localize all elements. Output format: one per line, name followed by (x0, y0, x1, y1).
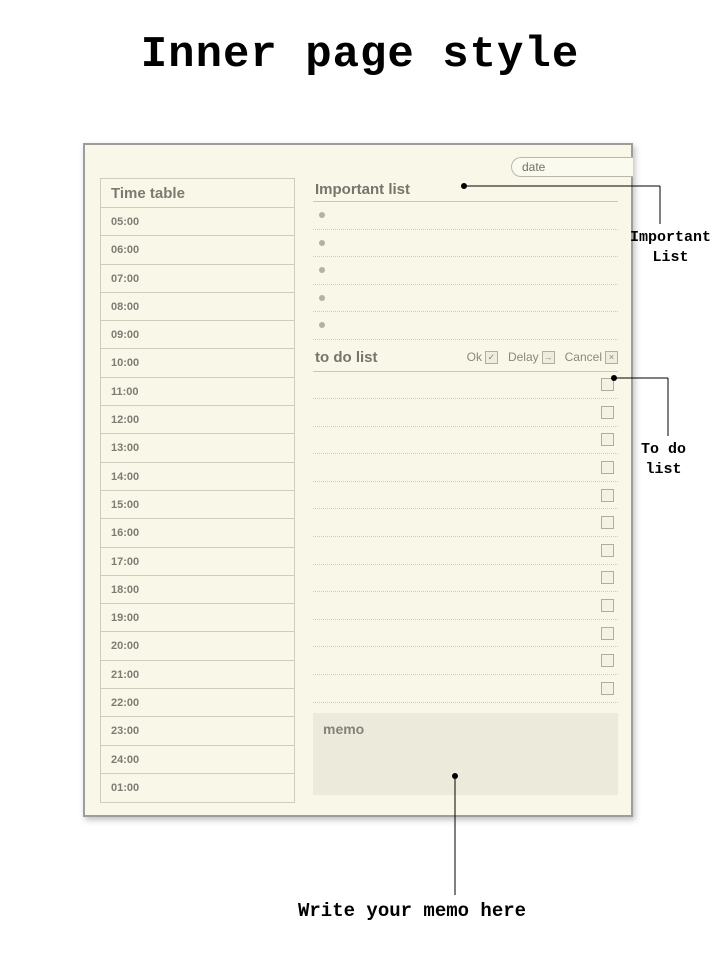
arrow-right-icon: → (542, 351, 555, 364)
timetable-header: Time table (101, 179, 294, 208)
timetable-row[interactable]: 07:00 (101, 265, 294, 293)
timetable-row[interactable]: 19:00 (101, 604, 294, 632)
timetable-row[interactable]: 18:00 (101, 576, 294, 604)
timetable-row[interactable]: 05:00 (101, 208, 294, 236)
important-list-row[interactable] (313, 285, 618, 313)
timetable-row[interactable]: 17:00 (101, 548, 294, 576)
planner-sheet: date Time table 05:0006:0007:0008:0009:0… (83, 143, 633, 817)
callout-memo-label: Write your memo here (298, 900, 526, 922)
todo-list-row[interactable] (313, 537, 618, 565)
date-field[interactable]: date (511, 157, 633, 177)
todo-checkbox[interactable] (601, 516, 614, 529)
todo-list-row[interactable] (313, 592, 618, 620)
todo-list-row[interactable] (313, 399, 618, 427)
todo-list-row[interactable] (313, 565, 618, 593)
todo-checkbox[interactable] (601, 378, 614, 391)
important-list-row[interactable] (313, 202, 618, 230)
callout-important-label: Important List (630, 228, 711, 269)
timetable-row[interactable]: 24:00 (101, 746, 294, 774)
x-icon: × (605, 351, 618, 364)
bullet-icon (319, 322, 325, 328)
memo-label: memo (323, 721, 364, 737)
timetable-row[interactable]: 09:00 (101, 321, 294, 349)
legend-delay: Delay → (508, 350, 555, 364)
todo-list-row[interactable] (313, 647, 618, 675)
important-list-header: Important list (313, 178, 618, 202)
important-list-title: Important list (315, 179, 410, 201)
todo-checkbox[interactable] (601, 489, 614, 502)
todo-list-row[interactable] (313, 620, 618, 648)
timetable-row[interactable]: 01:00 (101, 774, 294, 802)
todo-checkbox[interactable] (601, 682, 614, 695)
timetable-row[interactable]: 08:00 (101, 293, 294, 321)
todo-list-row[interactable] (313, 509, 618, 537)
timetable-row[interactable]: 20:00 (101, 632, 294, 660)
callout-todo-label: To do list (641, 440, 686, 481)
date-label: date (522, 160, 545, 174)
todo-list-row[interactable] (313, 372, 618, 400)
todo-checkbox[interactable] (601, 544, 614, 557)
timetable-row[interactable]: 21:00 (101, 661, 294, 689)
timetable: Time table 05:0006:0007:0008:0009:0010:0… (100, 178, 295, 803)
timetable-row[interactable]: 23:00 (101, 717, 294, 745)
legend-ok: Ok ✓ (467, 350, 498, 364)
todo-checkbox[interactable] (601, 433, 614, 446)
right-column: Important list to do list Ok ✓ Delay → C… (313, 178, 618, 803)
timetable-row[interactable]: 11:00 (101, 378, 294, 406)
bullet-icon (319, 267, 325, 273)
todo-checkbox[interactable] (601, 406, 614, 419)
bullet-icon (319, 295, 325, 301)
todo-checkbox[interactable] (601, 627, 614, 640)
bullet-icon (319, 240, 325, 246)
legend-cancel: Cancel × (565, 350, 618, 364)
timetable-row[interactable]: 10:00 (101, 349, 294, 377)
important-list-row[interactable] (313, 312, 618, 340)
todo-list-header: to do list Ok ✓ Delay → Cancel × (313, 344, 618, 372)
timetable-row[interactable]: 22:00 (101, 689, 294, 717)
check-icon: ✓ (485, 351, 498, 364)
todo-list-row[interactable] (313, 482, 618, 510)
todo-checkbox[interactable] (601, 654, 614, 667)
timetable-row[interactable]: 14:00 (101, 463, 294, 491)
timetable-row[interactable]: 16:00 (101, 519, 294, 547)
timetable-row[interactable]: 13:00 (101, 434, 294, 462)
bullet-icon (319, 212, 325, 218)
todo-list-row[interactable] (313, 427, 618, 455)
important-list-row[interactable] (313, 230, 618, 258)
todo-list-row[interactable] (313, 454, 618, 482)
timetable-row[interactable]: 06:00 (101, 236, 294, 264)
todo-checkbox[interactable] (601, 599, 614, 612)
todo-list-row[interactable] (313, 675, 618, 703)
important-list-row[interactable] (313, 257, 618, 285)
timetable-row[interactable]: 12:00 (101, 406, 294, 434)
todo-checkbox[interactable] (601, 461, 614, 474)
todo-checkbox[interactable] (601, 571, 614, 584)
todo-list-title: to do list (315, 349, 378, 366)
memo-section[interactable]: memo (313, 713, 618, 795)
timetable-row[interactable]: 15:00 (101, 491, 294, 519)
page-title: Inner page style (0, 30, 720, 80)
